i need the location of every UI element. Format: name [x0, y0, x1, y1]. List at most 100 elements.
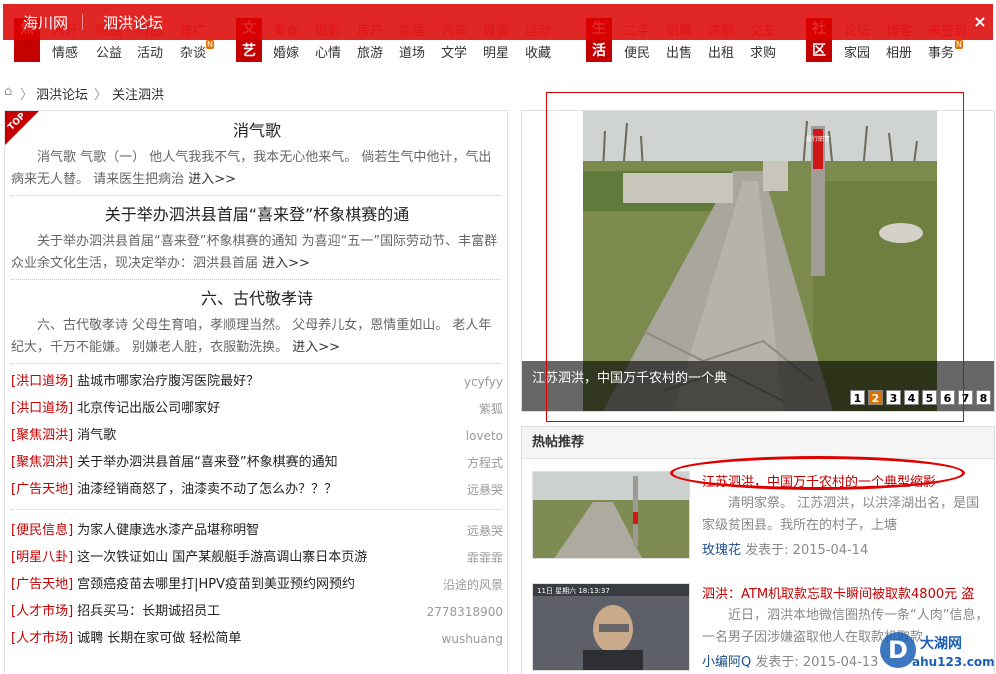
nav-item[interactable]: 婚嫁 — [273, 42, 299, 61]
featured-article: 六、古代敬孝诗 六、古代敬孝诗 父母生育咱，孝顺理当然。 父母养儿女，恩情重如山… — [5, 289, 507, 359]
post-author[interactable]: 玫瑰花 — [702, 543, 741, 558]
post-title[interactable]: 泗洪：ATM机取款忘取卡瞬间被取款4800元 盗 — [702, 583, 992, 602]
list-item[interactable]: [洪口道场] 北京传记出版公司哪家好 紫狐 — [11, 396, 503, 422]
breadcrumb-item[interactable]: 关注泗洪 — [112, 84, 164, 103]
breadcrumb-item[interactable]: 泗洪论坛 — [36, 84, 88, 103]
site-tab[interactable]: 海川网 — [23, 12, 68, 33]
list-title[interactable]: 宫颈癌疫苗去哪里打|HPV疫苗到美亚预约网预约 — [77, 577, 355, 592]
list-item[interactable]: [聚焦泗洪] 关于举办泗洪县首届“喜来登”杯象棋赛的通知 方程式 — [11, 450, 503, 476]
divider — [11, 195, 501, 196]
post-desc: 清明家祭。 江苏泗洪，以洪泽湖出名，是国家级贫困县。我所在的村子，上塘 — [702, 496, 980, 533]
list-item[interactable]: [便民信息] 为家人健康选水漆产品堪称明智 远悬哭 — [11, 518, 503, 544]
featured-desc: 六、古代敬孝诗 父母生育咱，孝顺理当然。 父母养儿女，恩情重如山。 老人年纪大，… — [5, 315, 507, 359]
list-item[interactable]: [明星八卦] 这一次铁证如山 国产某舰艇手游高调山寨日本页游 霏霏霏 — [11, 545, 503, 571]
nav-item[interactable]: 活动 — [137, 42, 163, 61]
list-tag[interactable]: [人才市场] — [11, 631, 73, 646]
close-icon[interactable]: × — [971, 13, 989, 31]
breadcrumb-sep: 〉 — [94, 88, 108, 103]
featured-desc-text: 消气歌 气歌（一） 他人气我我不气，我本无心他来气。 倘若生气中他计，气出病来无… — [11, 150, 492, 187]
divider — [11, 279, 501, 280]
list-author[interactable]: 方程式 — [467, 450, 503, 476]
category-nav: 焦 情感 公益 活动 杂谈 N 文艺 婚嫁 心情 旅游 道场 文学 明星 收藏 … — [0, 0, 996, 70]
list-tag[interactable]: [广告天地] — [11, 482, 73, 497]
post-thumbnail[interactable]: 11日 星期六 18:13:37 — [532, 583, 690, 671]
list-tag[interactable]: [人才市场] — [11, 604, 73, 619]
list-item[interactable]: [人才市场] 招兵买马：长期诚招员工 2778318900 — [11, 599, 503, 625]
cctv-thumb-icon: 11日 星期六 18:13:37 — [533, 584, 689, 670]
slide-page-button[interactable]: 8 — [976, 390, 991, 405]
breadcrumb-sep: 〉 — [20, 88, 34, 103]
list-tag[interactable]: [聚焦泗洪] — [11, 428, 73, 443]
nav-item[interactable]: 文学 — [441, 42, 467, 61]
list-item[interactable]: [广告天地] 宫颈癌疫苗去哪里打|HPV疫苗到美亚预约网预约 沿途的风景 — [11, 572, 503, 598]
nav-item[interactable]: 情感 — [52, 42, 78, 61]
nav-item[interactable]: 杂谈 — [180, 42, 206, 61]
post-thumbnail[interactable] — [532, 471, 690, 559]
more-link[interactable]: 进入>> — [188, 172, 236, 187]
list-author[interactable]: 霏霏霏 — [467, 545, 503, 571]
featured-title[interactable]: 消气歌 — [5, 121, 507, 141]
list-tag[interactable]: [洪口道场] — [11, 374, 73, 389]
list-tag[interactable]: [便民信息] — [11, 523, 73, 538]
post-author[interactable]: 小编阿Q — [702, 655, 751, 670]
list-title[interactable]: 为家人健康选水漆产品堪称明智 — [77, 523, 259, 538]
list-title[interactable]: 消气歌 — [77, 428, 116, 443]
list-title[interactable]: 这一次铁证如山 国产某舰艇手游高调山寨日本页游 — [77, 550, 367, 565]
annotation-ellipse — [670, 456, 965, 490]
more-link[interactable]: 进入>> — [292, 340, 340, 355]
list-item[interactable]: [广告天地] 油漆经销商怒了，油漆卖不动了怎么办？？？ 远悬哭 — [11, 477, 503, 503]
more-link[interactable]: 进入>> — [262, 256, 310, 271]
nav-item[interactable]: 出售 — [666, 42, 692, 61]
list-author[interactable]: ycyfyy — [464, 369, 503, 395]
list-item[interactable]: [人才市场] 诚聘 长期在家可做 轻松简单 wushuang — [11, 626, 503, 652]
list-item[interactable]: [聚焦泗洪] 消气歌 loveto — [11, 423, 503, 449]
thumb-timestamp: 11日 星期六 18:13:37 — [537, 586, 610, 595]
list-author[interactable]: wushuang — [442, 626, 503, 652]
list-author[interactable]: 远悬哭 — [467, 518, 503, 544]
featured-title[interactable]: 六、古代敬孝诗 — [5, 289, 507, 309]
nav-item[interactable]: 便民 — [624, 42, 650, 61]
featured-article: 消气歌 消气歌 气歌（一） 他人气我我不气，我本无心他来气。 倘若生气中他计，气… — [5, 121, 507, 191]
hot-badge: N — [955, 40, 963, 49]
nav-item[interactable]: 公益 — [96, 42, 122, 61]
list-title[interactable]: 油漆经销商怒了，油漆卖不动了怎么办？？？ — [77, 482, 337, 497]
list-title[interactable]: 盐城市哪家治疗腹泻医院最好？ — [77, 374, 259, 389]
list-tag[interactable]: [洪口道场] — [11, 401, 73, 416]
list-title[interactable]: 北京传记出版公司哪家好 — [77, 401, 220, 416]
list-tag[interactable]: [聚焦泗洪] — [11, 455, 73, 470]
site-header-bar: 海川网 泗洪论坛 × — [3, 4, 993, 40]
dahu-logo-icon: D 大湖网 ahu123.com — [880, 632, 995, 669]
forum-tab[interactable]: 泗洪论坛 — [103, 12, 163, 33]
list-author[interactable]: 2778318900 — [427, 599, 503, 625]
featured-desc-text: 六、古代敬孝诗 父母生育咱，孝顺理当然。 父母养儿女，恩情重如山。 老人年纪大，… — [11, 318, 492, 355]
nav-item[interactable]: 心情 — [315, 42, 341, 61]
nav-item[interactable]: 道场 — [399, 42, 425, 61]
annotation-rectangle — [546, 92, 964, 422]
list-author[interactable]: loveto — [466, 423, 503, 449]
list-title[interactable]: 关于举办泗洪县首届“喜来登”杯象棋赛的通知 — [77, 455, 337, 470]
list-title[interactable]: 诚聘 长期在家可做 轻松简单 — [77, 631, 241, 646]
post-date: 发表于: 2015-04-13 — [755, 655, 879, 670]
featured-title[interactable]: 关于举办泗洪县首届“喜来登”杯象棋赛的通 — [5, 205, 507, 225]
nav-item[interactable]: 事务 — [928, 42, 954, 61]
list-item[interactable]: [洪口道场] 盐城市哪家治疗腹泻医院最好？ ycyfyy — [11, 369, 503, 395]
list-author[interactable]: 沿途的风景 — [443, 572, 503, 598]
nav-item[interactable]: 家园 — [844, 42, 870, 61]
home-icon[interactable]: ⌂ — [4, 84, 12, 99]
list-tag[interactable]: [广告天地] — [11, 577, 73, 592]
nav-item[interactable]: 相册 — [886, 42, 912, 61]
post-meta: 玫瑰花 发表于: 2015-04-14 — [702, 539, 868, 558]
list-author[interactable]: 紫狐 — [479, 396, 503, 422]
list-tag[interactable]: [明星八卦] — [11, 550, 73, 565]
featured-article: 关于举办泗洪县首届“喜来登”杯象棋赛的通 关于举办泗洪县首届“喜来登”杯象棋赛的… — [5, 205, 507, 275]
featured-desc-text: 关于举办泗洪县首届“喜来登”杯象棋赛的通知 为喜迎“五一”国际劳动节、丰富群众业… — [11, 234, 498, 271]
village-road-thumb-icon — [533, 472, 689, 558]
nav-item[interactable]: 旅游 — [357, 42, 383, 61]
nav-item[interactable]: 求购 — [750, 42, 776, 61]
featured-desc: 消气歌 气歌（一） 他人气我我不气，我本无心他来气。 倘若生气中他计，气出病来无… — [5, 147, 507, 191]
list-author[interactable]: 远悬哭 — [467, 477, 503, 503]
nav-item[interactable]: 出租 — [708, 42, 734, 61]
list-title[interactable]: 招兵买马：长期诚招员工 — [77, 604, 220, 619]
nav-item[interactable]: 收藏 — [525, 42, 551, 61]
nav-item[interactable]: 明星 — [483, 42, 509, 61]
